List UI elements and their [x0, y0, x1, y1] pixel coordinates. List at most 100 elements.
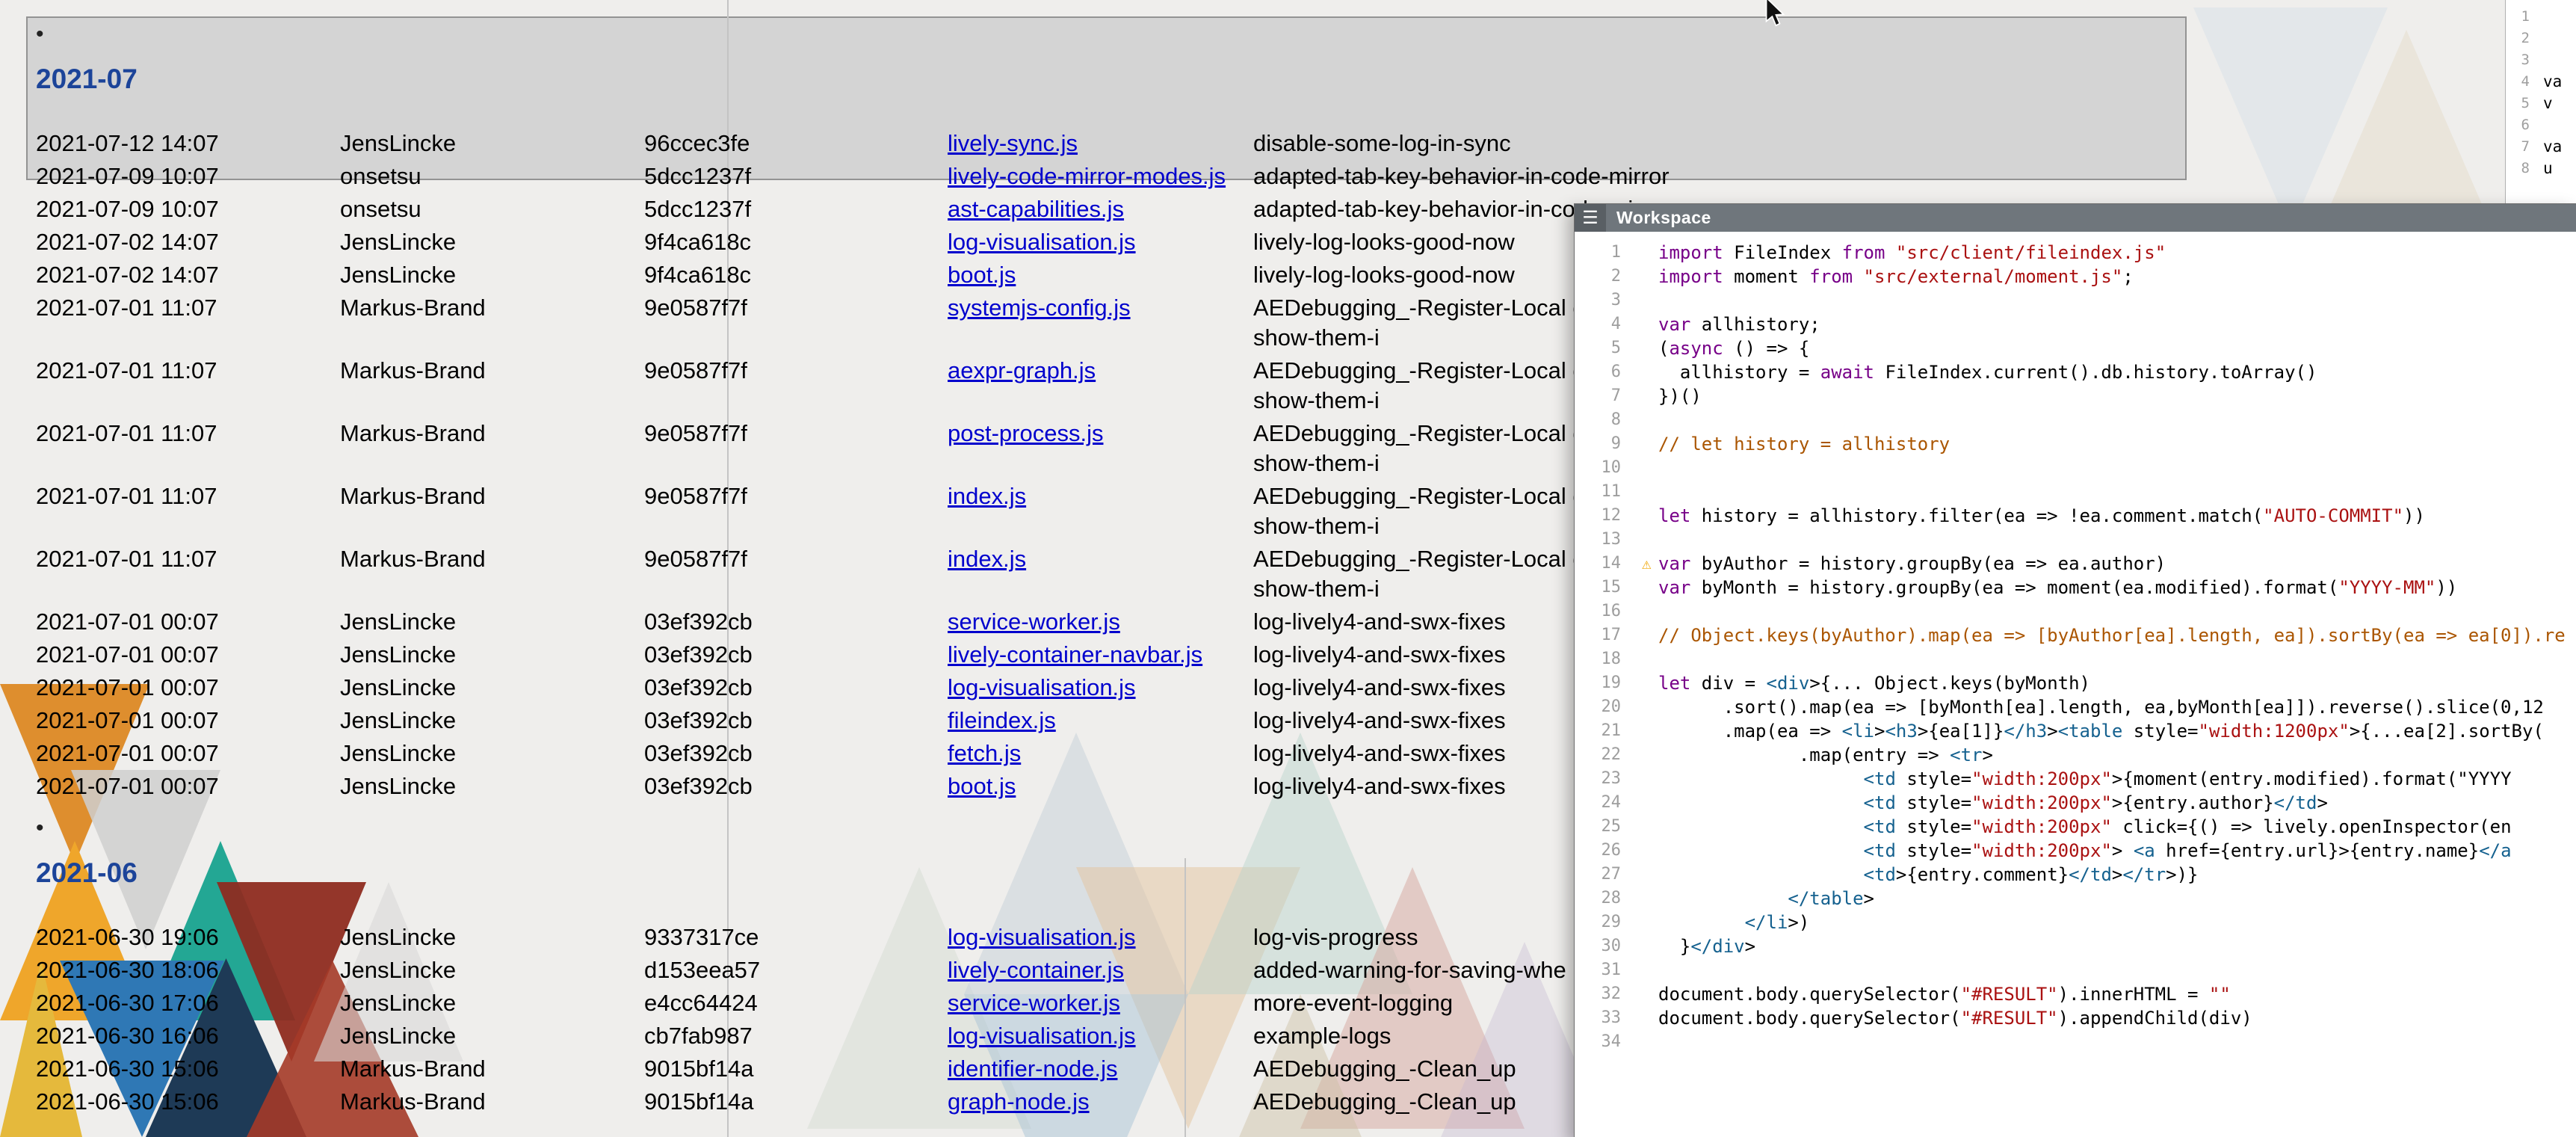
commit-file-link[interactable]: lively-container-navbar.js [948, 641, 1202, 668]
code-text: var allhistory; [1640, 312, 2576, 336]
commit-file-link[interactable]: index.js [948, 546, 1026, 572]
line-number: 31 [1575, 958, 1640, 982]
table-row: 2021-07-01 00:07JensLincke03ef392cbfilei… [36, 704, 1807, 737]
commit-file-link[interactable]: log-visualisation.js [948, 229, 1136, 255]
commit-author-cell: Markus-Brand [340, 1087, 644, 1117]
background-code-editor[interactable]: 1234va5v67va8u [2505, 0, 2576, 203]
commit-hash-cell[interactable]: 03ef392cb [644, 706, 948, 736]
commit-hash-cell[interactable]: 9e0587f7f [644, 481, 948, 511]
line-number: 13 [1575, 528, 1640, 552]
commit-author-cell: onsetsu [340, 161, 644, 191]
commit-hash-cell[interactable]: 03ef392cb [644, 607, 948, 637]
code-text: document.body.querySelector("#RESULT").i… [1640, 982, 2576, 1006]
commit-hash-cell[interactable]: d153eea57 [644, 955, 948, 985]
commit-hash-cell[interactable]: 9e0587f7f [644, 356, 948, 386]
month-header: 2021-07 [36, 63, 1807, 96]
commit-file-link[interactable]: aexpr-graph.js [948, 357, 1096, 383]
commit-date-cell: 2021-06-30 18:06 [36, 955, 340, 985]
commit-author-cell: JensLincke [340, 607, 644, 637]
workspace-window-titlebar[interactable]: ☰ Workspace [1575, 204, 2576, 232]
workspace-window: ☰ Workspace 1import FileIndex from "src/… [1574, 203, 2576, 1137]
commit-hash-cell[interactable]: 9015bf14a [644, 1054, 948, 1084]
commit-hash-cell[interactable]: 03ef392cb [644, 771, 948, 801]
line-number: 9 [1575, 432, 1640, 456]
code-line: 2import moment from "src/external/moment… [1575, 265, 2576, 289]
commit-file-link[interactable]: log-visualisation.js [948, 924, 1136, 950]
code-line: 6 [2506, 114, 2576, 136]
code-text: }</div> [1640, 934, 2576, 958]
commit-date-cell: 2021-07-01 00:07 [36, 771, 340, 801]
table-row: 2021-06-30 16:06JensLinckecb7fab987log-v… [36, 1020, 1807, 1053]
commit-hash-cell[interactable]: 9e0587f7f [644, 544, 948, 574]
commit-hash-cell[interactable]: 96ccec3fe [644, 129, 948, 158]
code-text: // Object.keys(byAuthor).map(ea => [byAu… [1640, 623, 2576, 647]
commit-date-cell: 2021-07-01 00:07 [36, 640, 340, 670]
commit-file-link[interactable]: log-visualisation.js [948, 674, 1136, 700]
commit-hash-cell[interactable]: 9e0587f7f [644, 419, 948, 449]
commit-hash-cell[interactable]: 9e0587f7f [644, 293, 948, 323]
commit-hash-cell[interactable]: 9015bf14a [644, 1087, 948, 1117]
line-number: 3 [1575, 289, 1640, 312]
commit-file-link[interactable]: fileindex.js [948, 707, 1056, 733]
commit-author-cell: JensLincke [340, 673, 644, 703]
commit-file-link[interactable]: identifier-node.js [948, 1056, 1117, 1082]
commit-file-link[interactable]: systemjs-config.js [948, 295, 1131, 321]
commit-date-cell: 2021-06-30 15:06 [36, 1087, 340, 1117]
hamburger-icon[interactable]: ☰ [1575, 204, 1606, 232]
line-number: 16 [1575, 600, 1640, 623]
code-text [1640, 528, 2576, 552]
line-number: 5 [2506, 93, 2537, 114]
line-number: 25 [1575, 815, 1640, 839]
code-text: </table> [1640, 887, 2576, 910]
code-text [2537, 114, 2576, 136]
line-number: 34 [1575, 1030, 1640, 1054]
commit-file-link[interactable]: post-process.js [948, 420, 1103, 446]
code-text [1640, 958, 2576, 982]
commit-file-cell: lively-code-mirror-modes.js [948, 161, 1253, 191]
commit-file-link[interactable]: log-visualisation.js [948, 1023, 1136, 1049]
month-header: 2021-06 [36, 857, 1807, 890]
commit-date-cell: 2021-07-09 10:07 [36, 194, 340, 224]
commit-file-link[interactable]: index.js [948, 483, 1026, 509]
commit-hash-cell[interactable]: 03ef392cb [644, 640, 948, 670]
commit-file-link[interactable]: lively-container.js [948, 957, 1124, 983]
commit-hash-cell[interactable]: e4cc64424 [644, 988, 948, 1018]
commit-file-link[interactable]: lively-sync.js [948, 130, 1078, 156]
code-line: 17// Object.keys(byAuthor).map(ea => [by… [1575, 623, 2576, 647]
code-line: 14⚠var byAuthor = history.groupBy(ea => … [1575, 552, 2576, 576]
code-text: document.body.querySelector("#RESULT").a… [1640, 1006, 2576, 1030]
line-number: 4 [2506, 71, 2537, 93]
commit-file-link[interactable]: service-worker.js [948, 608, 1120, 635]
line-number: 26 [1575, 839, 1640, 863]
workspace-code-editor[interactable]: 1import FileIndex from "src/client/filei… [1575, 232, 2576, 1136]
commit-file-cell: index.js [948, 481, 1253, 511]
commit-file-link[interactable]: boot.js [948, 773, 1016, 799]
commit-author-cell: JensLincke [340, 955, 644, 985]
commit-file-link[interactable]: boot.js [948, 262, 1016, 288]
commit-file-link[interactable]: graph-node.js [948, 1088, 1090, 1115]
code-text: let history = allhistory.filter(ea => !e… [1640, 504, 2576, 528]
commit-file-link[interactable]: service-worker.js [948, 990, 1120, 1016]
code-text: let div = <div>{... Object.keys(byMonth) [1640, 671, 2576, 695]
commit-hash-cell[interactable]: 9f4ca618c [644, 227, 948, 257]
commit-file-cell: aexpr-graph.js [948, 356, 1253, 386]
code-line: 16 [1575, 600, 2576, 623]
table-row: 2021-07-01 00:07JensLincke03ef392cbfetch… [36, 737, 1807, 770]
lively-desktop: •2021-072021-07-12 14:07JensLincke96ccec… [0, 0, 2576, 1137]
commit-file-link[interactable]: ast-capabilities.js [948, 196, 1124, 222]
table-row: 2021-06-30 17:06JensLinckee4cc64424servi… [36, 987, 1807, 1020]
commit-date-cell: 2021-07-01 11:07 [36, 544, 340, 574]
table-row: 2021-07-01 00:07JensLincke03ef392cblivel… [36, 638, 1807, 671]
commit-file-link[interactable]: lively-code-mirror-modes.js [948, 163, 1226, 189]
code-line: 20 .sort().map(ea => [byMonth[ea].length… [1575, 695, 2576, 719]
commit-hash-cell[interactable]: 03ef392cb [644, 673, 948, 703]
commit-hash-cell[interactable]: 5dcc1237f [644, 161, 948, 191]
commit-hash-cell[interactable]: cb7fab987 [644, 1021, 948, 1051]
code-line: 34 [1575, 1030, 2576, 1054]
commit-file-link[interactable]: fetch.js [948, 740, 1021, 766]
commit-hash-cell[interactable]: 5dcc1237f [644, 194, 948, 224]
commit-hash-cell[interactable]: 03ef392cb [644, 739, 948, 768]
line-number: 6 [1575, 360, 1640, 384]
commit-hash-cell[interactable]: 9f4ca618c [644, 260, 948, 290]
commit-hash-cell[interactable]: 9337317ce [644, 922, 948, 952]
